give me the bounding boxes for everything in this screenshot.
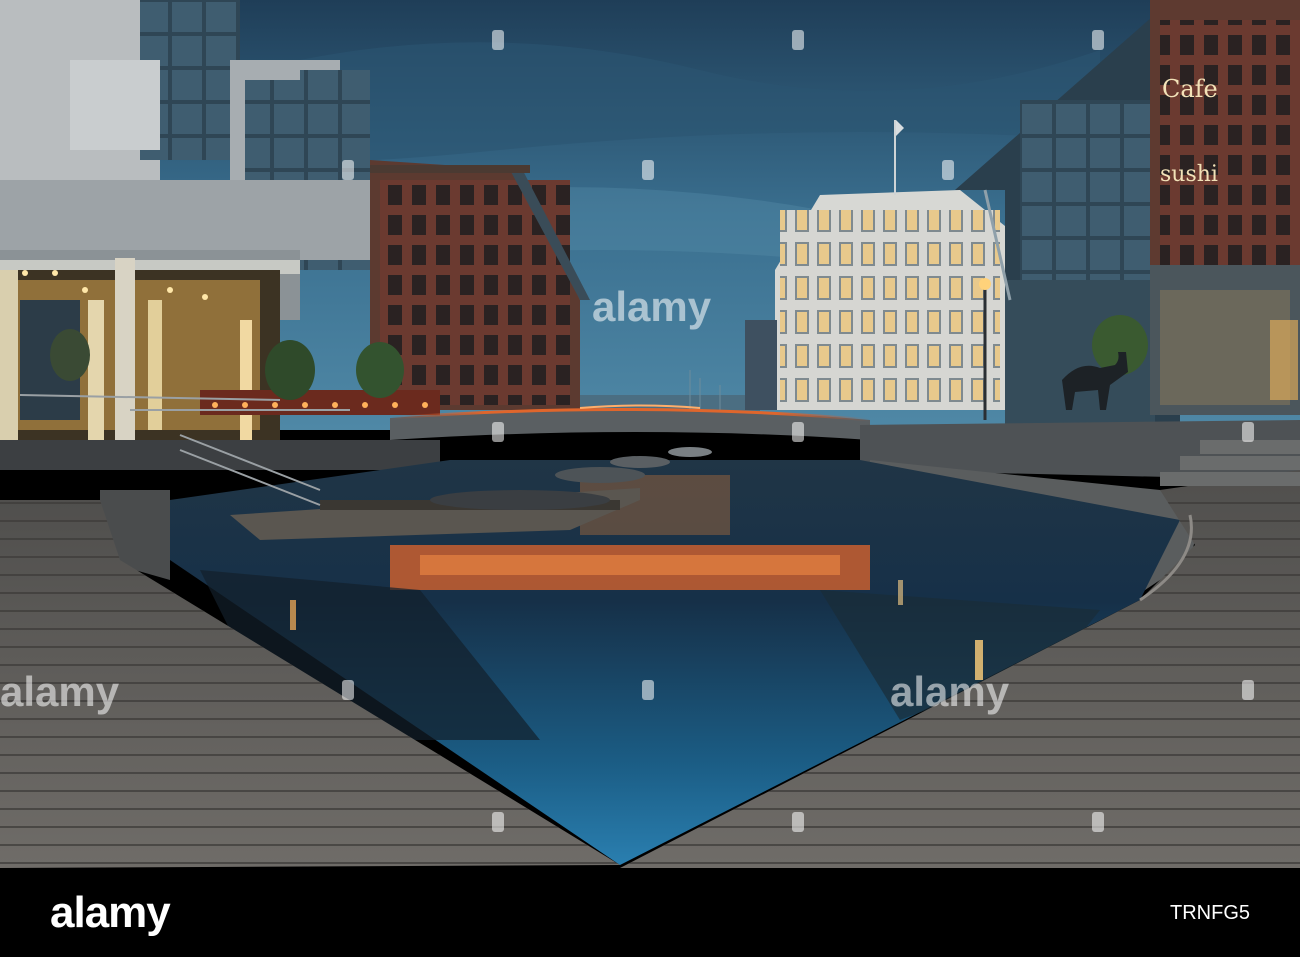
watermark-center: alamy [592,283,712,330]
right-brick-building [1150,0,1300,415]
footer-bar: alamy TRNFG5 [0,868,1300,957]
brand-logo: alamy [50,888,171,937]
image-id: TRNFG5 [1170,902,1250,924]
sushi-sign: sushi [1160,162,1218,187]
harbour-scene [0,0,1300,868]
cafe-sign: Cafe [1162,75,1218,103]
watermark-right: alamy [890,668,1010,715]
watermark-left: alamy [0,668,120,715]
